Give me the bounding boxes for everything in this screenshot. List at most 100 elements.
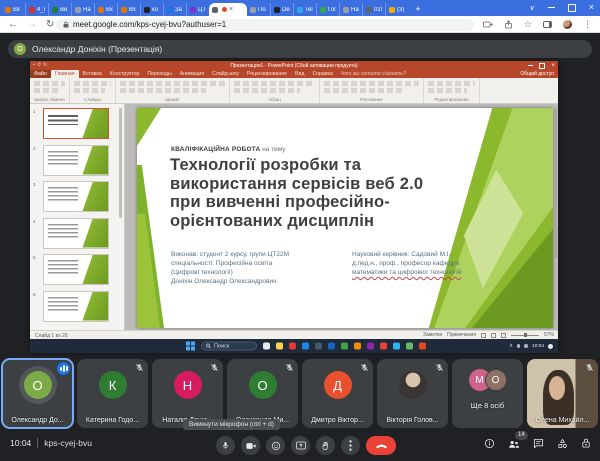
browser-tab[interactable]: 4_п × [25, 3, 48, 16]
tab-favicon [366, 7, 372, 13]
tab-title: Tel [305, 7, 313, 13]
windows-taskbar: Поиск ∧ 10:04 [30, 339, 558, 353]
new-tab-button[interactable]: + [411, 3, 425, 16]
ribbon-group: Шрифт [116, 78, 230, 103]
view-sorter-icon [491, 333, 496, 338]
media-indicator-icon[interactable] [483, 21, 493, 28]
thumbnail-theme-shape [74, 219, 108, 248]
browser-tab[interactable]: × [209, 3, 247, 16]
ribbon-group-label: Редактирование [424, 97, 479, 102]
shared-screen-video[interactable]: ▪↺↻ Презентация1 - PowerPoint (Сбой акти… [30, 61, 558, 353]
tab-favicon [190, 7, 196, 13]
side-panel-icon[interactable] [543, 21, 552, 28]
mic-off-icon [285, 363, 294, 372]
browser-tab[interactable]: ко × [140, 3, 163, 16]
browser-menu-icon[interactable]: ⋮ [583, 19, 592, 30]
browser-tab[interactable]: 01! × [362, 3, 385, 16]
ppt-workspace: 1 2 [30, 104, 558, 330]
host-controls-button[interactable] [581, 438, 591, 449]
url-text: meet.google.com/kps-cyej-bvu?authuser=1 [73, 20, 226, 29]
slide-thumbnail: 2 [30, 145, 124, 178]
participant-tile[interactable]: Олена Михайл... [527, 359, 598, 428]
tab-title: На [351, 7, 359, 13]
raise-hand-button[interactable] [316, 436, 335, 455]
clock: 10:04 [10, 438, 31, 448]
browser-tab[interactable]: Вх × [94, 3, 117, 16]
taskbar-app-icon [328, 343, 335, 350]
browser-tab[interactable]: ЦТ × [186, 3, 209, 16]
ribbon-tab: Вставка [79, 70, 106, 78]
participant-name: Вікторія Голов... [381, 417, 444, 424]
browser-tab[interactable]: За × [163, 3, 186, 16]
notification-badge [548, 344, 553, 349]
participant-tile[interactable]: М О Ще 8 осіб [452, 359, 523, 428]
close-window-icon[interactable]: × [589, 3, 594, 12]
system-tray: ∧ 10:04 [509, 339, 553, 353]
tab-favicon [250, 7, 256, 13]
person-face [549, 376, 565, 399]
mic-off-icon [435, 363, 444, 372]
address-bar[interactable]: meet.google.com/kps-cyej-bvu?authuser=1 [56, 19, 474, 31]
browser-tab[interactable]: (3) × [385, 3, 408, 16]
share-icon[interactable] [504, 20, 513, 29]
zoom-slider [511, 335, 539, 336]
ppt-minimize-icon [528, 65, 533, 66]
tab-title: На [83, 7, 91, 13]
tab-title: Ви [60, 7, 67, 13]
info-button[interactable] [484, 438, 495, 449]
tab-search-chevron-icon[interactable]: ∨ [530, 4, 535, 12]
browser-tab[interactable]: По × [247, 3, 270, 16]
participant-tile[interactable]: Д Дмитро Віктор... [302, 359, 373, 428]
participant-tile[interactable]: Н Наталія Деніс... [152, 359, 223, 428]
taskbar-center: Поиск [186, 342, 426, 351]
tab-title: (3) [397, 7, 404, 13]
bookmark-star-icon[interactable]: ☆ [524, 19, 532, 30]
back-icon[interactable]: ← [8, 19, 18, 30]
reactions-button[interactable] [266, 436, 285, 455]
more-options-button[interactable] [341, 436, 360, 455]
participant-tile[interactable]: О Олександр Ми... [227, 359, 298, 428]
chat-button[interactable] [533, 438, 544, 449]
mic-button[interactable] [216, 436, 235, 455]
slide-number: 5 [33, 255, 36, 260]
ribbon-group-controls [234, 81, 315, 86]
minimize-icon[interactable] [548, 7, 555, 8]
ribbon-group: Слайды [70, 78, 116, 103]
browser-tab[interactable]: Вх × [117, 3, 140, 16]
participant-avatar: О [249, 371, 277, 399]
slide-thumbnail-panel: 1 2 [30, 104, 125, 330]
tab-title: Вх [13, 7, 20, 13]
participant-avatar: Н [174, 371, 202, 399]
call-controls [216, 436, 396, 455]
thumbnail-theme-shape [74, 146, 108, 175]
participant-tile[interactable]: К Катерина Годо... [77, 359, 148, 428]
profile-avatar[interactable] [563, 20, 572, 29]
forward-icon[interactable]: → [27, 19, 37, 30]
browser-tab[interactable]: На × [339, 3, 362, 16]
tab-favicon [75, 7, 81, 13]
tab-close-icon[interactable]: × [229, 6, 233, 13]
ribbon-tab: Что вы хотите сделать? [337, 70, 410, 78]
reload-icon[interactable]: ↻ [46, 19, 54, 30]
slide-thumbnail: 5 [30, 254, 124, 287]
lock-icon [63, 21, 69, 28]
slide-number: 6 [33, 292, 36, 297]
activities-button[interactable] [557, 438, 568, 449]
ribbon-tab: Вид [291, 70, 308, 78]
browser-tab[interactable]: De × [270, 3, 293, 16]
people-button[interactable]: 14 [508, 439, 520, 449]
ribbon-group-controls [74, 81, 111, 86]
browser-tab[interactable]: Tel × [293, 3, 316, 16]
participant-tile[interactable]: Вікторія Голов... [377, 359, 448, 428]
browser-tab[interactable]: На × [71, 3, 94, 16]
tab-favicon [297, 7, 303, 13]
browser-tab[interactable]: Гог × [316, 3, 339, 16]
leave-call-button[interactable] [366, 436, 396, 455]
browser-tab[interactable]: Вх × [2, 3, 25, 16]
thumbnail-theme-shape [74, 182, 108, 211]
maximize-icon[interactable] [568, 4, 576, 12]
present-button[interactable] [291, 436, 310, 455]
camera-button[interactable] [241, 436, 260, 455]
participant-tile[interactable]: О Олександр До... [2, 359, 73, 428]
browser-tab[interactable]: Ви × [48, 3, 71, 16]
